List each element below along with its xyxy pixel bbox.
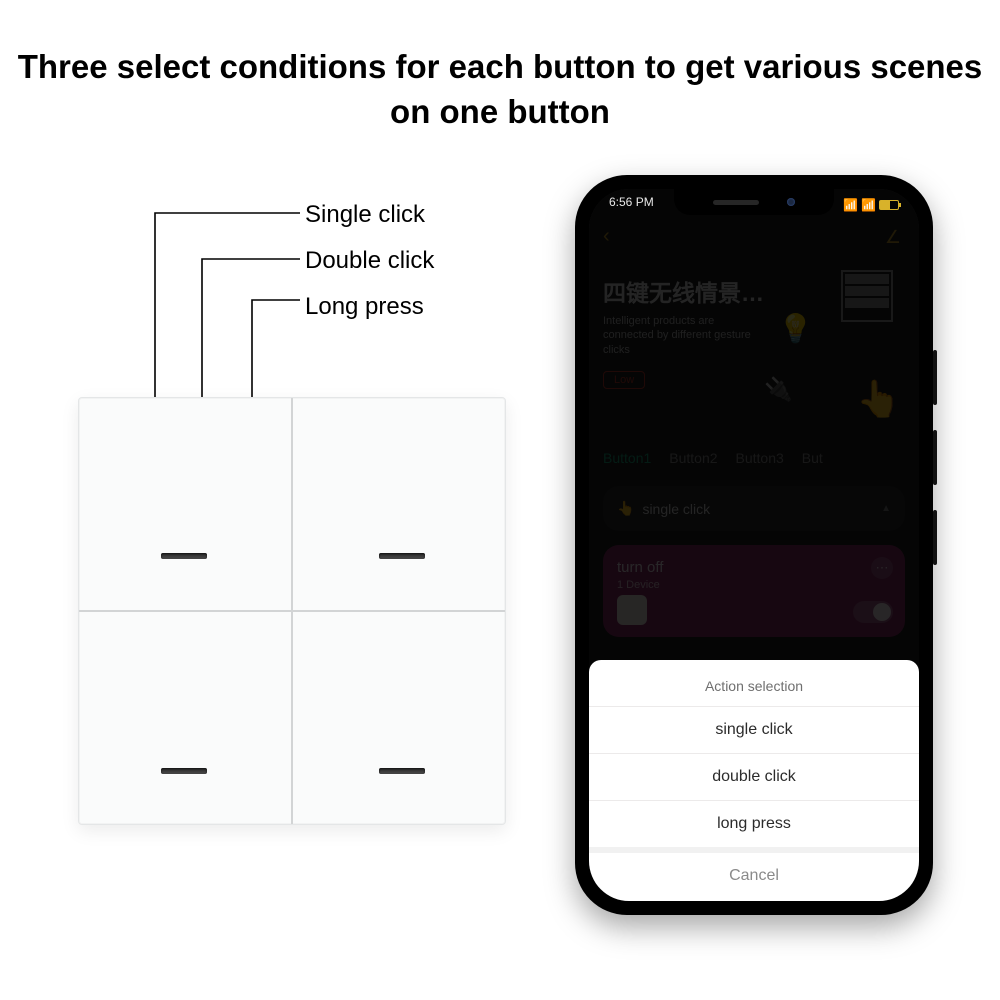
headline: Three select conditions for each button … — [0, 45, 1000, 134]
section-label: single click — [642, 501, 710, 517]
tab-button3[interactable]: Button3 — [736, 450, 784, 466]
phone-mockup: 6:56 PM 📶 📶 ‹ ∠ 四键无线情景… Intelligent prod… — [575, 175, 933, 915]
phone-notch — [674, 189, 834, 215]
section-single-click[interactable]: 👆 single click ▲ — [603, 486, 905, 531]
back-icon[interactable]: ‹ — [603, 225, 610, 247]
callout-labels: Single click Double click Long press — [305, 203, 434, 341]
battery-low-badge: Low — [603, 371, 645, 389]
switch-button-indicator[interactable] — [379, 768, 425, 774]
hand-icon: 👆 — [856, 378, 901, 420]
status-time: 6:56 PM — [609, 195, 654, 215]
tab-button4[interactable]: But — [802, 450, 823, 466]
tab-button2[interactable]: Button2 — [669, 450, 717, 466]
device-subtitle: Intelligent products are connected by di… — [603, 314, 753, 357]
callout-single: Single click — [305, 203, 434, 227]
switch-button-indicator[interactable] — [161, 553, 207, 559]
option-single-click[interactable]: single click — [589, 707, 919, 753]
scene-subtitle: 1 Device — [617, 579, 891, 591]
callout-double: Double click — [305, 249, 434, 273]
chevron-up-icon: ▲ — [881, 503, 891, 514]
plug-icon: 🔌 — [764, 376, 793, 403]
battery-icon — [879, 200, 899, 210]
bulb-icon: 💡 — [778, 312, 813, 345]
callout-long: Long press — [305, 295, 434, 319]
more-icon[interactable]: ⋯ — [871, 557, 893, 579]
scene-thumb — [617, 595, 647, 625]
button-tabs: Button1 Button2 Button3 But — [603, 450, 905, 466]
tab-button1[interactable]: Button1 — [603, 450, 651, 466]
scene-title: turn off — [617, 559, 891, 576]
wifi-icon: 📶 — [861, 198, 876, 212]
phone-screen: 6:56 PM 📶 📶 ‹ ∠ 四键无线情景… Intelligent prod… — [589, 189, 919, 901]
edit-icon[interactable]: ∠ — [885, 227, 901, 248]
signal-icon: 📶 — [843, 198, 858, 212]
touch-icon: 👆 — [617, 500, 634, 517]
option-double-click[interactable]: double click — [589, 754, 919, 800]
switch-button-indicator[interactable] — [379, 553, 425, 559]
action-sheet: Action selection single click double cli… — [589, 660, 919, 901]
option-long-press[interactable]: long press — [589, 801, 919, 847]
switch-button-indicator[interactable] — [161, 768, 207, 774]
switch-panel — [78, 397, 506, 825]
blinds-icon — [841, 270, 895, 324]
scene-toggle[interactable] — [853, 601, 893, 623]
scene-card[interactable]: turn off 1 Device ⋯ — [603, 545, 905, 637]
sheet-title: Action selection — [589, 670, 919, 706]
cancel-button[interactable]: Cancel — [589, 847, 919, 895]
